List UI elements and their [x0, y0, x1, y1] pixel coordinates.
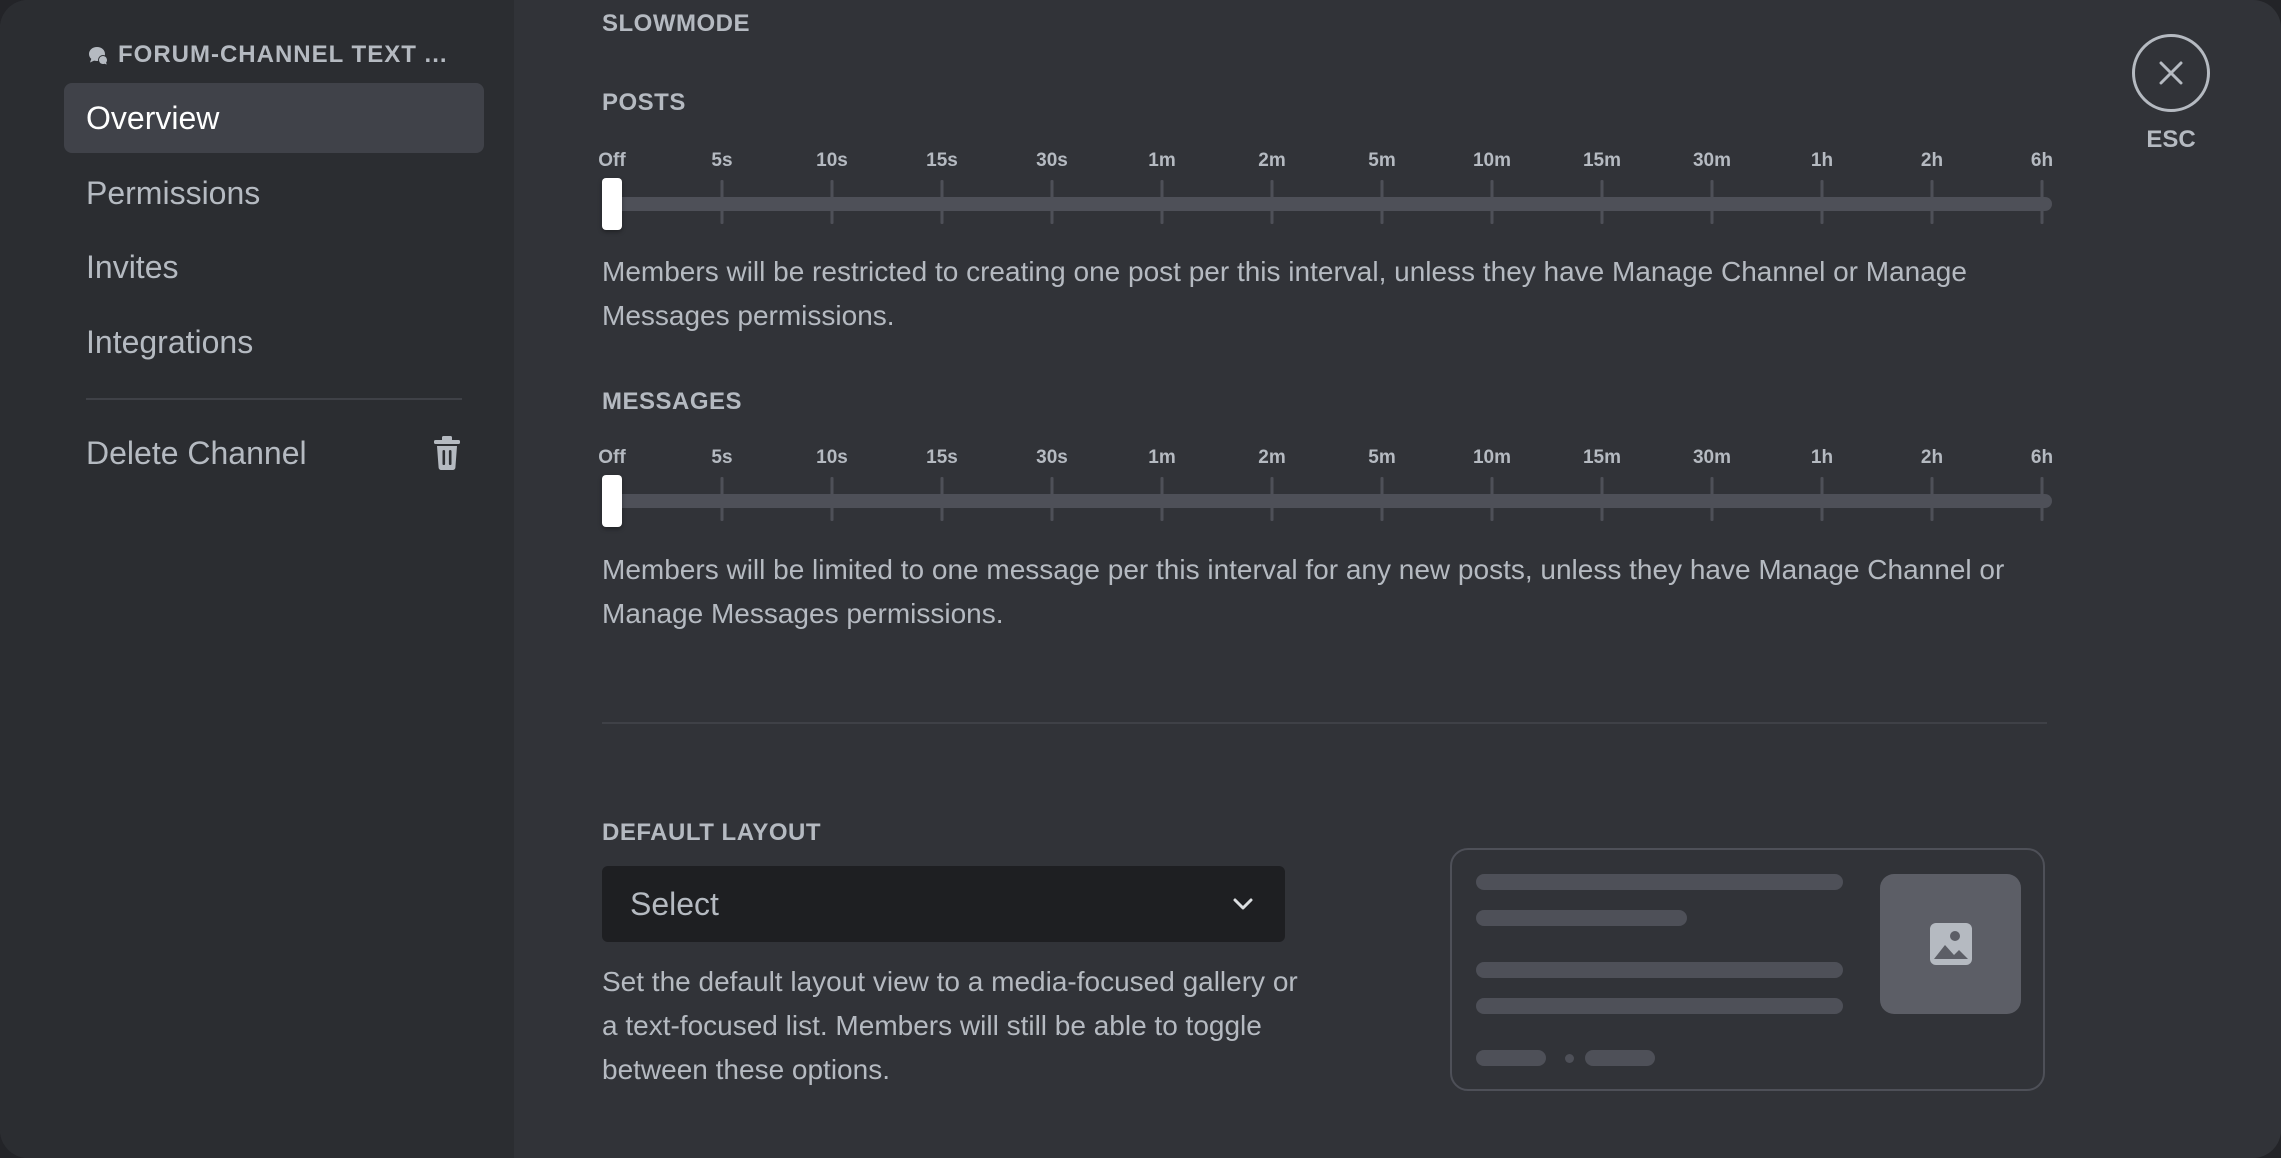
- preview-line: [1476, 910, 1687, 926]
- slider-tick-label: 15m: [1582, 447, 1622, 468]
- preview-line: [1585, 1050, 1655, 1066]
- section-divider: [602, 722, 2047, 724]
- default-layout-description: Set the default layout view to a media-f…: [602, 966, 1298, 1085]
- esc-label: ESC: [2146, 126, 2196, 153]
- slider-tick-label: 2m: [1258, 447, 1286, 468]
- sidebar-item-integrations[interactable]: Integrations: [64, 307, 484, 377]
- preview-line: [1476, 1050, 1546, 1066]
- trash-icon: [432, 436, 462, 470]
- slider-tick-label: 6h: [2030, 150, 2054, 171]
- sidebar-item-overview[interactable]: Overview: [64, 83, 484, 153]
- posts-label: POSTS: [602, 89, 686, 116]
- slider-tick-label: 10m: [1472, 447, 1512, 468]
- default-layout-label: DEFAULT LAYOUT: [602, 819, 822, 846]
- slider-tick-label: 10m: [1472, 150, 1512, 171]
- slider-tick-label: Off: [598, 150, 626, 171]
- messages-description: Members will be limited to one message p…: [602, 554, 2005, 629]
- slider-track[interactable]: [610, 197, 2052, 211]
- delete-channel-label: Delete Channel: [86, 434, 307, 471]
- sidebar-header: FORUM-CHANNEL TEXT ...: [86, 40, 448, 70]
- slider-thumb[interactable]: [602, 178, 622, 230]
- sidebar-item-label: Integrations: [86, 323, 254, 360]
- forum-icon: [86, 43, 110, 67]
- slider-tick-label: 10s: [816, 447, 848, 468]
- slider-tick-label: 5m: [1368, 447, 1396, 468]
- slider-tick-label: 2m: [1258, 150, 1286, 171]
- slider-tick-label: 1h: [1810, 150, 1834, 171]
- slider-tick-label: 30s: [1036, 447, 1068, 468]
- slider-tick-label: 6h: [2030, 447, 2054, 468]
- close-button[interactable]: [2132, 34, 2210, 112]
- sidebar-item-label: Overview: [86, 99, 220, 136]
- slider-tick-label: 30s: [1036, 150, 1068, 171]
- slider-tick-label: Off: [598, 447, 626, 468]
- slider-tick-label: 5s: [711, 447, 733, 468]
- preview-line: [1476, 874, 1843, 890]
- channel-name: FORUM-CHANNEL TEXT ...: [118, 41, 448, 68]
- preview-line: [1476, 998, 1843, 1014]
- sidebar-item-label: Permissions: [86, 174, 261, 211]
- sidebar-item-permissions[interactable]: Permissions: [64, 158, 484, 228]
- slider-tick-label: 1h: [1810, 447, 1834, 468]
- chevron-down-icon: [1229, 890, 1257, 918]
- settings-content: SLOWMODE POSTS Off 5s 10s 15s 30s 1m 2m 5m 10m 15…: [514, 0, 2281, 1158]
- slider-tick-label: 1m: [1148, 150, 1176, 171]
- default-layout-select[interactable]: Select: [602, 866, 1285, 942]
- messages-label: MESSAGES: [602, 388, 743, 415]
- slider-tick-label: 5s: [711, 150, 733, 171]
- slider-tick-label: 5m: [1368, 150, 1396, 171]
- select-value: Select: [630, 885, 719, 922]
- preview-line: [1476, 962, 1843, 978]
- layout-preview: [1450, 848, 2045, 1091]
- slider-tick-label: 10s: [816, 150, 848, 171]
- sidebar-item-label: Invites: [86, 248, 179, 285]
- slider-tick-label: 2h: [1920, 150, 1944, 171]
- close-area: ESC: [2132, 34, 2210, 154]
- preview-dot: [1565, 1054, 1574, 1063]
- sidebar-divider: [86, 398, 462, 400]
- posts-description: Members will be restricted to creating o…: [602, 256, 1967, 331]
- image-icon: [1928, 921, 1974, 967]
- sidebar-item-invites[interactable]: Invites: [64, 232, 484, 302]
- slider-tick-label: 15m: [1582, 150, 1622, 171]
- delete-channel-button[interactable]: Delete Channel: [64, 418, 484, 488]
- slider-tick-label: 30m: [1692, 150, 1732, 171]
- slider-tick-label: 30m: [1692, 447, 1732, 468]
- slider-tick-label: 1m: [1148, 447, 1176, 468]
- channel-settings-window: FORUM-CHANNEL TEXT ... Overview Permissi…: [0, 0, 2281, 1158]
- slowmode-title: SLOWMODE: [602, 10, 750, 37]
- slider-tick-label: 2h: [1920, 447, 1944, 468]
- slider-tick-label: 15s: [926, 447, 958, 468]
- settings-sidebar: FORUM-CHANNEL TEXT ... Overview Permissi…: [0, 0, 514, 1158]
- messages-slowmode-slider[interactable]: Off 5s 10s 15s 30s 1m 2m 5m 10m 15m 30m 1h 2h 6h: [598, 447, 2054, 557]
- slider-track[interactable]: [610, 494, 2052, 508]
- slider-thumb[interactable]: [602, 475, 622, 527]
- posts-slowmode-slider[interactable]: Off 5s 10s 15s 30s 1m 2m 5m 10m 15m 30m 1h 2h 6h: [598, 150, 2054, 260]
- slider-tick-label: 15s: [926, 150, 958, 171]
- preview-thumbnail: [1880, 874, 2021, 1014]
- close-icon: [2156, 58, 2186, 88]
